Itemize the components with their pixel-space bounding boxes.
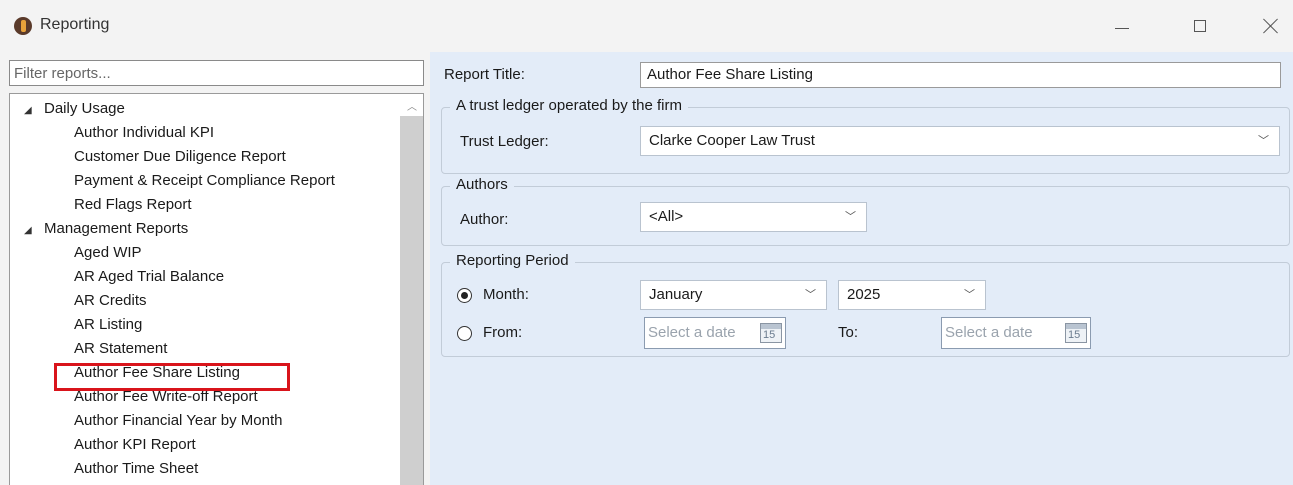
tree-item[interactable]: Author Time Sheet bbox=[74, 457, 198, 481]
tree-item[interactable]: AR Aged Trial Balance bbox=[74, 265, 224, 289]
month-label: Month: bbox=[483, 286, 529, 303]
reporting-period-group: Reporting Period Month: January ﹀ 2025 ﹀ F… bbox=[441, 252, 1290, 357]
calendar-icon[interactable]: 15 bbox=[760, 323, 782, 343]
calendar-day: 15 bbox=[763, 329, 776, 341]
tree-item[interactable]: Payment & Receipt Compliance Report bbox=[74, 169, 335, 193]
trust-ledger-label: Trust Ledger: bbox=[460, 133, 549, 150]
scroll-up-icon[interactable]: ︿ bbox=[400, 94, 423, 116]
chevron-down-icon: ﹀ bbox=[1258, 135, 1269, 147]
calendar-day: 15 bbox=[1068, 329, 1081, 341]
trust-ledger-select[interactable]: Clarke Cooper Law Trust ﹀ bbox=[640, 126, 1280, 156]
report-parameters-panel: Report Title: Author Fee Share Listing A… bbox=[430, 52, 1293, 485]
month-radio[interactable] bbox=[457, 288, 472, 303]
from-radio[interactable] bbox=[457, 326, 472, 341]
tree-group-management-reports[interactable]: ◢ Management Reports bbox=[24, 217, 188, 241]
author-label: Author: bbox=[460, 211, 509, 228]
authors-group: Authors Author: <All> ﹀ bbox=[441, 176, 1290, 246]
report-title-label: Report Title: bbox=[444, 66, 525, 83]
trust-ledger-group: A trust ledger operated by the firm Trus… bbox=[441, 97, 1290, 174]
tree-item[interactable]: Author Financial Year by Month bbox=[74, 409, 282, 433]
chevron-down-icon: ﹀ bbox=[845, 211, 856, 223]
month-select[interactable]: January ﹀ bbox=[640, 280, 827, 310]
maximize-button[interactable] bbox=[1180, 10, 1220, 42]
tree-group-label: Management Reports bbox=[44, 220, 189, 237]
title-bar: Reporting bbox=[0, 0, 1293, 52]
reporting-app-icon bbox=[14, 17, 32, 35]
to-date-picker[interactable]: Select a date 15 bbox=[941, 317, 1091, 349]
tree-item[interactable]: Author Individual KPI bbox=[74, 121, 214, 145]
close-icon bbox=[1263, 18, 1279, 34]
tree-item[interactable]: Red Flags Report bbox=[74, 193, 192, 217]
tree-item[interactable]: AR Statement bbox=[74, 337, 167, 361]
tree-item[interactable]: AR Credits bbox=[74, 289, 147, 313]
tree-group-label: Daily Usage bbox=[44, 100, 125, 117]
report-title-field[interactable]: Author Fee Share Listing bbox=[640, 62, 1281, 88]
reports-tree: ◢ Daily Usage Author Individual KPI Custo… bbox=[9, 93, 424, 485]
from-label: From: bbox=[483, 324, 523, 341]
selected-value: 2025 bbox=[847, 286, 881, 303]
window-title: Reporting bbox=[40, 16, 110, 33]
group-title: A trust ledger operated by the firm bbox=[450, 97, 688, 114]
calendar-icon[interactable]: 15 bbox=[1065, 323, 1087, 343]
author-select[interactable]: <All> ﹀ bbox=[640, 202, 867, 232]
expand-caret-icon[interactable]: ◢ bbox=[24, 99, 44, 123]
from-date-picker[interactable]: Select a date 15 bbox=[644, 317, 786, 349]
tree-item[interactable]: AR Listing bbox=[74, 313, 142, 337]
minimize-button[interactable] bbox=[1102, 10, 1142, 42]
close-button[interactable] bbox=[1251, 10, 1291, 42]
year-select[interactable]: 2025 ﹀ bbox=[838, 280, 986, 310]
filter-reports-input[interactable] bbox=[9, 60, 424, 86]
selection-highlight bbox=[54, 363, 290, 391]
tree-group-daily-usage[interactable]: ◢ Daily Usage bbox=[24, 97, 125, 121]
chevron-down-icon: ﹀ bbox=[964, 289, 975, 301]
tree-item[interactable]: Customer Due Diligence Report bbox=[74, 145, 286, 169]
vertical-scrollbar[interactable]: ︿ bbox=[400, 94, 423, 485]
date-placeholder: Select a date bbox=[945, 324, 1033, 341]
chevron-down-icon: ﹀ bbox=[805, 289, 816, 301]
group-title: Authors bbox=[450, 176, 514, 193]
maximize-icon bbox=[1194, 20, 1206, 32]
selected-value: January bbox=[649, 286, 703, 303]
minimize-icon bbox=[1115, 27, 1129, 29]
tree-item[interactable]: Author KPI Report bbox=[74, 433, 196, 457]
group-title: Reporting Period bbox=[450, 252, 575, 269]
to-label: To: bbox=[838, 324, 859, 341]
selected-value: <All> bbox=[649, 208, 684, 225]
tree-item[interactable]: Aged WIP bbox=[74, 241, 142, 265]
expand-caret-icon[interactable]: ◢ bbox=[24, 219, 44, 243]
date-placeholder: Select a date bbox=[648, 324, 736, 341]
selected-value: Clarke Cooper Law Trust bbox=[649, 132, 815, 149]
